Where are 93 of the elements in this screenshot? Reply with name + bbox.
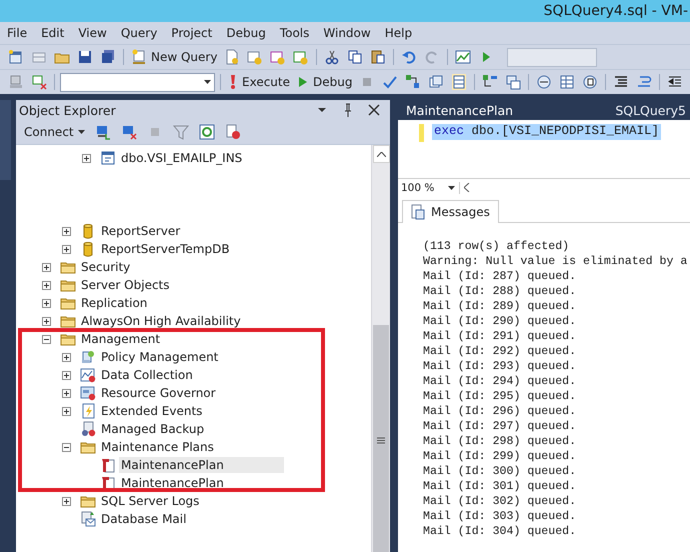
- message-line: Mail (Id: 298) queued.: [423, 434, 578, 449]
- expander-toggle[interactable]: [42, 334, 51, 344]
- tree-item[interactable]: Management: [79, 331, 162, 347]
- expander-toggle[interactable]: [42, 298, 51, 308]
- tree-item[interactable]: MaintenancePlan: [119, 475, 226, 491]
- messages-tab[interactable]: Messages: [402, 200, 499, 223]
- menu-item[interactable]: Query: [114, 26, 164, 40]
- plan-icon: [100, 457, 116, 473]
- tree-item[interactable]: ReportServer: [99, 223, 182, 239]
- tree-item[interactable]: AlwaysOn High Availability: [79, 313, 243, 329]
- grip-icon: [377, 437, 385, 444]
- window-title: SQLQuery4.sql - VM-: [544, 3, 688, 19]
- dropdown-field[interactable]: [507, 48, 598, 66]
- message-line: (113 row(s) affected): [423, 239, 570, 254]
- menu-item[interactable]: Edit: [34, 26, 72, 40]
- mail-icon: [80, 511, 96, 527]
- expander-toggle[interactable]: [62, 370, 71, 380]
- document-tab[interactable]: SQLQuery5: [611, 100, 690, 120]
- caret-icon: [204, 80, 211, 84]
- message-line: Mail (Id: 301) queued.: [423, 479, 578, 494]
- lightning-page-icon: [80, 403, 96, 419]
- expander-toggle[interactable]: [62, 442, 71, 452]
- tree-item[interactable]: Replication: [79, 295, 150, 311]
- expander-toggle[interactable]: [62, 226, 71, 236]
- message-line: Warning: Null value is eliminated by a: [423, 254, 688, 269]
- menu-item[interactable]: Project: [164, 26, 220, 40]
- backup-icon: [80, 421, 96, 437]
- menu-item[interactable]: Window: [316, 26, 378, 40]
- message-line: Mail (Id: 288) queued.: [423, 284, 578, 299]
- panel-title: Object Explorer: [19, 102, 116, 118]
- document-tab[interactable]: MaintenancePlan: [402, 100, 518, 120]
- tree-item[interactable]: Security: [79, 259, 132, 275]
- message-line: Mail (Id: 303) queued.: [423, 509, 578, 524]
- procedure-icon: [100, 150, 116, 166]
- tree-item[interactable]: Database Mail: [99, 511, 188, 527]
- expander-toggle[interactable]: [62, 244, 71, 254]
- exclamation-icon: [228, 74, 238, 90]
- message-line: Mail (Id: 287) queued.: [423, 269, 578, 284]
- new-query-icon: [131, 49, 147, 65]
- message-line: Mail (Id: 296) queued.: [423, 404, 578, 419]
- menu-item[interactable]: Tools: [272, 26, 316, 40]
- policy-icon: [80, 349, 96, 365]
- tree-item[interactable]: Maintenance Plans: [99, 439, 216, 455]
- message-line: Mail (Id: 293) queued.: [423, 359, 578, 374]
- message-line: Mail (Id: 304) queued.: [423, 524, 578, 539]
- expander-toggle[interactable]: [42, 280, 51, 290]
- message-line: Mail (Id: 289) queued.: [423, 299, 578, 314]
- caret-icon: [448, 186, 456, 190]
- menu-item[interactable]: Help: [378, 26, 420, 40]
- message-line: Mail (Id: 300) queued.: [423, 464, 578, 479]
- tree-item[interactable]: Data Collection: [99, 367, 195, 383]
- tree-item[interactable]: ReportServerTempDB: [99, 241, 232, 257]
- tree-item[interactable]: dbo.VSI_EMAILP_INS: [119, 150, 244, 166]
- expander-toggle[interactable]: [62, 496, 71, 506]
- message-line: Mail (Id: 294) queued.: [423, 374, 578, 389]
- database-dropdown[interactable]: [60, 72, 215, 92]
- tree-item[interactable]: Policy Management: [99, 349, 220, 365]
- message-line: Mail (Id: 291) queued.: [423, 329, 578, 344]
- message-line: Mail (Id: 290) queued.: [423, 314, 578, 329]
- message-line: Mail (Id: 295) queued.: [423, 389, 578, 404]
- tree-item[interactable]: SQL Server Logs: [99, 493, 202, 509]
- expander-toggle[interactable]: [82, 154, 91, 162]
- menu-item[interactable]: Debug: [219, 26, 273, 40]
- message-line: Mail (Id: 302) queued.: [423, 494, 578, 509]
- execute-button[interactable]: Execute: [226, 72, 292, 92]
- caret-icon: [78, 130, 85, 134]
- message-line: Mail (Id: 297) queued.: [423, 419, 578, 434]
- message-line: Mail (Id: 299) queued.: [423, 449, 578, 464]
- new-query-button[interactable]: New Query: [129, 47, 220, 67]
- tree-item[interactable]: MaintenancePlan: [119, 457, 284, 473]
- change-marker: [419, 124, 424, 142]
- expander-toggle[interactable]: [62, 388, 71, 398]
- expander-toggle[interactable]: [42, 262, 51, 272]
- chart-icon: [80, 367, 96, 383]
- menu-item[interactable]: View: [71, 26, 114, 40]
- connect-button[interactable]: Connect: [22, 123, 87, 141]
- scrollbar[interactable]: [371, 145, 390, 552]
- governor-icon: [80, 385, 96, 401]
- tree-item[interactable]: Server Objects: [79, 277, 172, 293]
- expander-toggle[interactable]: [42, 316, 51, 326]
- play-icon: [297, 74, 309, 90]
- tree-item[interactable]: Managed Backup: [99, 421, 206, 437]
- document-icon: [411, 204, 425, 220]
- debug-button[interactable]: Debug: [295, 72, 354, 92]
- menu-item[interactable]: File: [0, 26, 34, 40]
- refresh-icon[interactable]: [196, 122, 217, 142]
- tree-item[interactable]: Extended Events: [99, 403, 204, 419]
- expander-toggle[interactable]: [62, 352, 71, 362]
- scroll-left-icon[interactable]: [464, 183, 470, 192]
- message-line: Mail (Id: 292) queued.: [423, 344, 578, 359]
- expander-toggle[interactable]: [62, 406, 71, 416]
- zoom-dropdown[interactable]: 100 %: [401, 182, 460, 194]
- tree-item[interactable]: Resource Governor: [99, 385, 218, 401]
